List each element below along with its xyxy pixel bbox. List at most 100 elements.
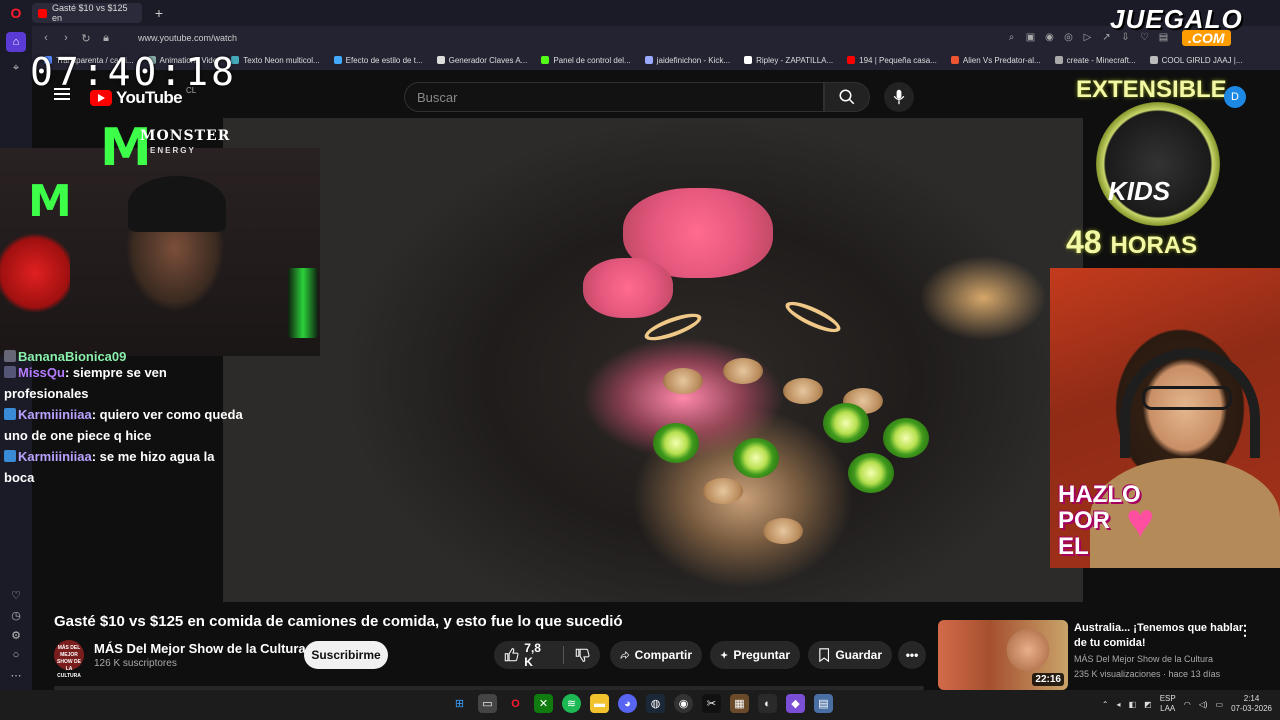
video-duration: 22:16 bbox=[1032, 673, 1064, 686]
bookmark-item[interactable]: COOL GIRLD JAAJ |... bbox=[1149, 56, 1243, 65]
user-avatar[interactable]: D bbox=[1224, 86, 1246, 108]
bookmark-item[interactable]: jaidefinichon - Kick... bbox=[644, 56, 730, 65]
pin-icon[interactable]: ⌖ bbox=[6, 58, 26, 78]
thumbs-down-icon[interactable] bbox=[575, 647, 590, 663]
bookmark-item[interactable]: Efecto de estilo de t... bbox=[333, 56, 423, 65]
bookmark-item[interactable]: 194 | Pequeña casa... bbox=[847, 56, 937, 65]
history-icon[interactable]: ◷ bbox=[6, 606, 26, 624]
wifi-icon[interactable]: ◠ bbox=[1184, 700, 1191, 709]
recommended-thumbnail[interactable]: 22:16 bbox=[938, 620, 1068, 690]
url-field[interactable]: www.youtube.com/watch bbox=[138, 33, 237, 43]
bookmark-item[interactable]: Texto Neon multicol... bbox=[231, 56, 320, 65]
voice-search-button[interactable] bbox=[884, 82, 914, 112]
tray-app-icon[interactable]: ◂ bbox=[1117, 700, 1121, 709]
tab-title: Gasté $10 vs $125 en bbox=[52, 3, 128, 23]
bookmark-icon bbox=[819, 648, 830, 663]
chat-message: BananaBionica09 bbox=[0, 350, 250, 362]
shield-icon[interactable]: ◎ bbox=[1062, 31, 1075, 44]
sparkle-icon bbox=[720, 651, 728, 659]
youtube-favicon-icon bbox=[38, 8, 47, 18]
bookmark-item[interactable]: Alien Vs Predator-al... bbox=[950, 56, 1041, 65]
browser-tab-active[interactable]: Gasté $10 vs $125 en bbox=[32, 3, 142, 23]
more-icon[interactable]: ⋯ bbox=[6, 666, 26, 684]
home-icon[interactable]: ⌂ bbox=[6, 32, 26, 52]
recommended-title[interactable]: Australia... ¡Tenemos que hablar de tu c… bbox=[1074, 621, 1249, 651]
minecraft-icon[interactable]: ▦ bbox=[730, 694, 749, 713]
capcut-icon[interactable]: ✂ bbox=[702, 694, 721, 713]
chevron-up-icon[interactable]: ⌃ bbox=[1102, 700, 1109, 709]
tray-app-icon[interactable]: ◩ bbox=[1144, 700, 1152, 709]
settings-icon[interactable]: ⚙ bbox=[6, 626, 26, 644]
video-meat bbox=[583, 258, 673, 318]
snapshot-icon[interactable]: ▣ bbox=[1024, 31, 1037, 44]
task-view-icon[interactable]: ▭ bbox=[478, 694, 497, 713]
stream-clock: 07:40:18 bbox=[30, 50, 238, 94]
channel-name[interactable]: MÁS Del Mejor Show de la Cultura bbox=[94, 641, 306, 656]
new-tab-button[interactable]: + bbox=[150, 4, 168, 22]
video-mushroom bbox=[663, 368, 703, 394]
video-jalapeno bbox=[653, 423, 699, 463]
video-mushroom bbox=[703, 478, 743, 504]
search-icon bbox=[839, 89, 855, 105]
battery-icon[interactable]: ▭ bbox=[1216, 700, 1224, 709]
file-explorer-icon[interactable]: ▬ bbox=[590, 694, 609, 713]
save-button[interactable]: Guardar bbox=[808, 641, 892, 669]
like-dislike-group: 7,8 K bbox=[494, 641, 600, 669]
chat-message: Karmiiiniiaa: quiero ver como queda uno … bbox=[4, 407, 243, 443]
heart-icon[interactable]: ♡ bbox=[6, 586, 26, 604]
video-info: Gasté $10 vs $125 en comida de camiones … bbox=[32, 602, 1280, 690]
video-jalapeno bbox=[733, 438, 779, 478]
reload-icon[interactable]: ↻ bbox=[78, 32, 94, 45]
bookmark-item[interactable]: create - Minecraft... bbox=[1054, 56, 1136, 65]
bookmark-item[interactable]: Panel de control del... bbox=[541, 56, 631, 65]
browser-tab-bar: O Gasté $10 vs $125 en + bbox=[0, 0, 1280, 26]
language-indicator[interactable]: ESP LAA bbox=[1160, 694, 1176, 714]
discord-icon[interactable]: ◕ bbox=[618, 694, 637, 713]
play-icon[interactable]: ▷ bbox=[1081, 31, 1094, 44]
obs-icon[interactable]: ◉ bbox=[674, 694, 693, 713]
camera-icon[interactable]: ◉ bbox=[1043, 31, 1056, 44]
recommended-channel[interactable]: MÁS Del Mejor Show de la Cultura bbox=[1074, 654, 1213, 664]
channel-avatar[interactable]: MÁS DEL MEJOR SHOW DE LA CULTURA bbox=[54, 640, 84, 679]
video-jalapeno bbox=[883, 418, 929, 458]
video-title: Gasté $10 vs $125 en comida de camiones … bbox=[54, 613, 623, 630]
thumbs-up-icon[interactable] bbox=[504, 647, 519, 663]
bookmark-item[interactable]: Ripley - ZAPATILLA... bbox=[744, 56, 833, 65]
recommended-more-icon[interactable]: ⋮ bbox=[1238, 622, 1252, 639]
xbox-icon[interactable]: ✕ bbox=[534, 694, 553, 713]
video-player[interactable] bbox=[223, 118, 1083, 602]
video-jalapeno bbox=[848, 453, 894, 493]
steam-icon[interactable]: ◍ bbox=[646, 694, 665, 713]
share-button[interactable]: Compartir bbox=[610, 641, 702, 669]
webcam-can bbox=[288, 268, 318, 338]
search-button[interactable] bbox=[824, 82, 870, 112]
subscriber-count: 126 K suscriptores bbox=[94, 658, 177, 669]
search-icon[interactable]: ⌕ bbox=[1005, 31, 1018, 44]
extensible-kids-badge: EXTENSIBLE KIDS 48 HORAS bbox=[1066, 76, 1227, 260]
lightbulb-icon[interactable]: ○ bbox=[6, 646, 26, 664]
more-actions-button[interactable]: ••• bbox=[898, 641, 926, 669]
volume-icon[interactable]: ◁) bbox=[1199, 700, 1208, 709]
subscribe-button[interactable]: Suscribirme bbox=[304, 641, 388, 669]
spotify-icon[interactable]: ≋ bbox=[562, 694, 581, 713]
ask-button[interactable]: Preguntar bbox=[710, 641, 800, 669]
bookmark-item[interactable]: Generador Claves A... bbox=[436, 56, 527, 65]
back-icon[interactable]: ‹ bbox=[38, 32, 54, 44]
video-mushroom bbox=[723, 358, 763, 384]
like-count[interactable]: 7,8 K bbox=[524, 641, 551, 669]
tray-app-icon[interactable]: ◧ bbox=[1129, 700, 1137, 709]
webcam-elmo bbox=[0, 228, 70, 318]
opera-logo-icon[interactable]: O bbox=[0, 0, 32, 26]
windows-start-icon[interactable]: ⊞ bbox=[450, 694, 469, 713]
system-tray: ⌃ ◂ ◧ ◩ ESP LAA ◠ ◁) ▭ 2:14 07-03-2026 bbox=[1102, 694, 1272, 714]
webcam-cap bbox=[128, 176, 226, 232]
forward-icon[interactable]: › bbox=[58, 32, 74, 44]
app-icon[interactable]: ◐ bbox=[758, 694, 777, 713]
clock-date[interactable]: 2:14 07-03-2026 bbox=[1231, 694, 1272, 714]
video-jalapeno bbox=[823, 403, 869, 443]
app-icon[interactable]: ◆ bbox=[786, 694, 805, 713]
search-input[interactable] bbox=[417, 89, 823, 105]
opera-taskbar-icon[interactable]: O bbox=[506, 694, 525, 713]
notepad-icon[interactable]: ▤ bbox=[814, 694, 833, 713]
microphone-icon bbox=[893, 89, 905, 105]
